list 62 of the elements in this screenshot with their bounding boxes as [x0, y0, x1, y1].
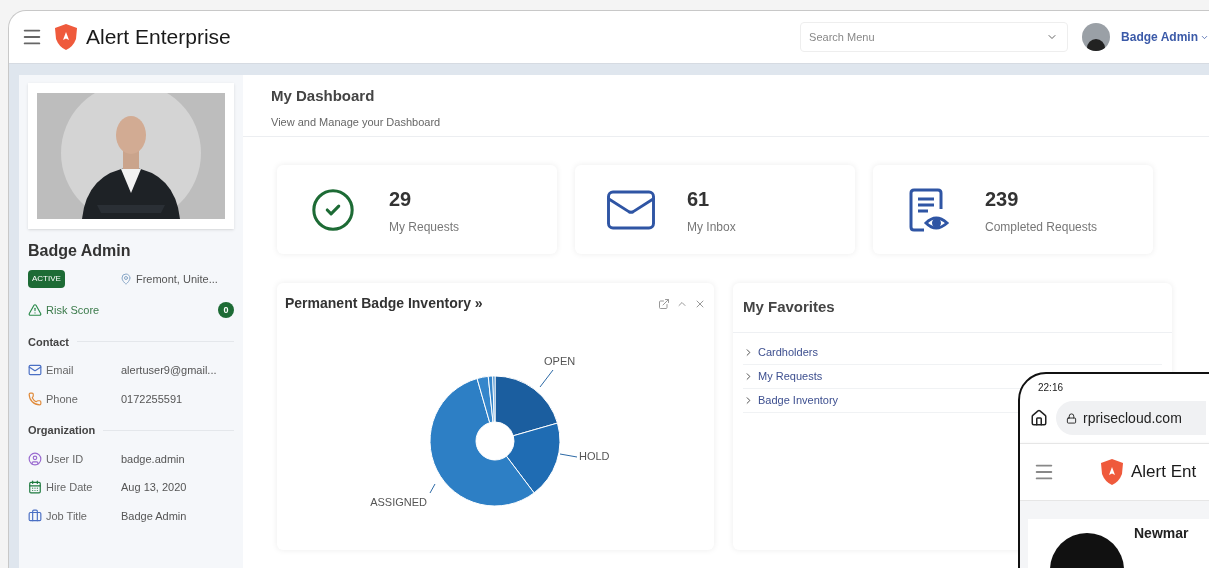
stat-card[interactable]: 61 My Inbox — [575, 165, 855, 254]
field-value: Badge Admin — [121, 508, 187, 524]
field-label: User ID — [46, 451, 85, 467]
field-value: Aug 13, 2020 — [121, 480, 187, 495]
field-label: Job Title — [46, 508, 88, 524]
shield-logo-icon — [1100, 458, 1124, 486]
profile-name: Newmar — [1134, 524, 1189, 543]
risk-score-label: Risk Score — [46, 303, 100, 318]
check-circle-icon — [310, 186, 356, 233]
calendar-icon — [28, 480, 42, 495]
id-icon — [28, 451, 42, 466]
status-badge: ACTIVE — [28, 270, 65, 288]
open-external-icon[interactable] — [658, 297, 670, 310]
stat-value: 239 — [985, 186, 1020, 212]
stat-label: My Requests — [389, 218, 460, 236]
profile-name: Badge Admin — [28, 241, 132, 261]
briefcase-icon — [28, 508, 42, 523]
field-label: Email — [46, 363, 75, 378]
brand-name: Alert Ent — [1131, 461, 1197, 484]
document-eye-icon — [908, 186, 950, 233]
field-value: badge.admin — [121, 451, 185, 467]
location-pin-icon — [119, 273, 132, 285]
field-label: Phone — [46, 391, 79, 407]
status-time: 22:16 — [1038, 381, 1065, 395]
field-value: 0172255591 — [121, 391, 183, 407]
user-menu-button[interactable]: Badge Admin — [1121, 28, 1209, 46]
leader-line — [559, 453, 578, 458]
favorite-link[interactable]: Badge Inventory — [758, 392, 839, 409]
field-label: Hire Date — [46, 480, 94, 495]
stat-label: My Inbox — [687, 218, 736, 236]
brand-name: Alert Enterprise — [86, 24, 231, 51]
stat-label: Completed Requests — [985, 218, 1098, 236]
location-text: Fremont, Unite... — [135, 271, 218, 287]
stat-card[interactable]: 239 Completed Requests — [873, 165, 1153, 254]
section-title: Contact — [28, 334, 69, 350]
field-value: alertuser9@gmail... — [121, 363, 217, 378]
page-subtitle: View and Manage your Dashboard — [271, 114, 442, 130]
favorite-link[interactable]: My Requests — [758, 368, 823, 385]
leader-line — [539, 369, 554, 388]
section-title: Organization — [28, 423, 96, 438]
url-text: rprisecloud.com — [1083, 408, 1182, 428]
search-field[interactable]: Search Menu — [800, 22, 1069, 52]
leader-line — [429, 483, 436, 494]
url-bar[interactable]: rprisecloud.com — [1056, 401, 1206, 435]
envelope-icon — [28, 363, 42, 378]
slice-label: HOLD — [579, 450, 610, 462]
risk-score-badge: 0 — [218, 302, 234, 319]
lock-icon — [1066, 412, 1077, 424]
user-avatar[interactable] — [1082, 23, 1111, 51]
stat-value: 61 — [687, 186, 711, 212]
home-icon[interactable] — [1030, 409, 1048, 427]
stat-value: 29 — [389, 186, 413, 212]
slice-label: ASSIGNED — [370, 496, 427, 508]
warning-icon — [28, 303, 42, 318]
phone-icon — [28, 391, 42, 406]
slice-label: OPEN — [544, 355, 576, 367]
stat-card[interactable]: 29 My Requests — [277, 165, 557, 254]
page-title: My Dashboard — [271, 86, 376, 106]
favorite-link[interactable]: Cardholders — [758, 344, 818, 361]
widget-title: My Favorites — [743, 297, 835, 318]
widget-title[interactable]: Permanent Badge Inventory » — [285, 293, 483, 314]
shield-logo-icon — [54, 23, 78, 51]
